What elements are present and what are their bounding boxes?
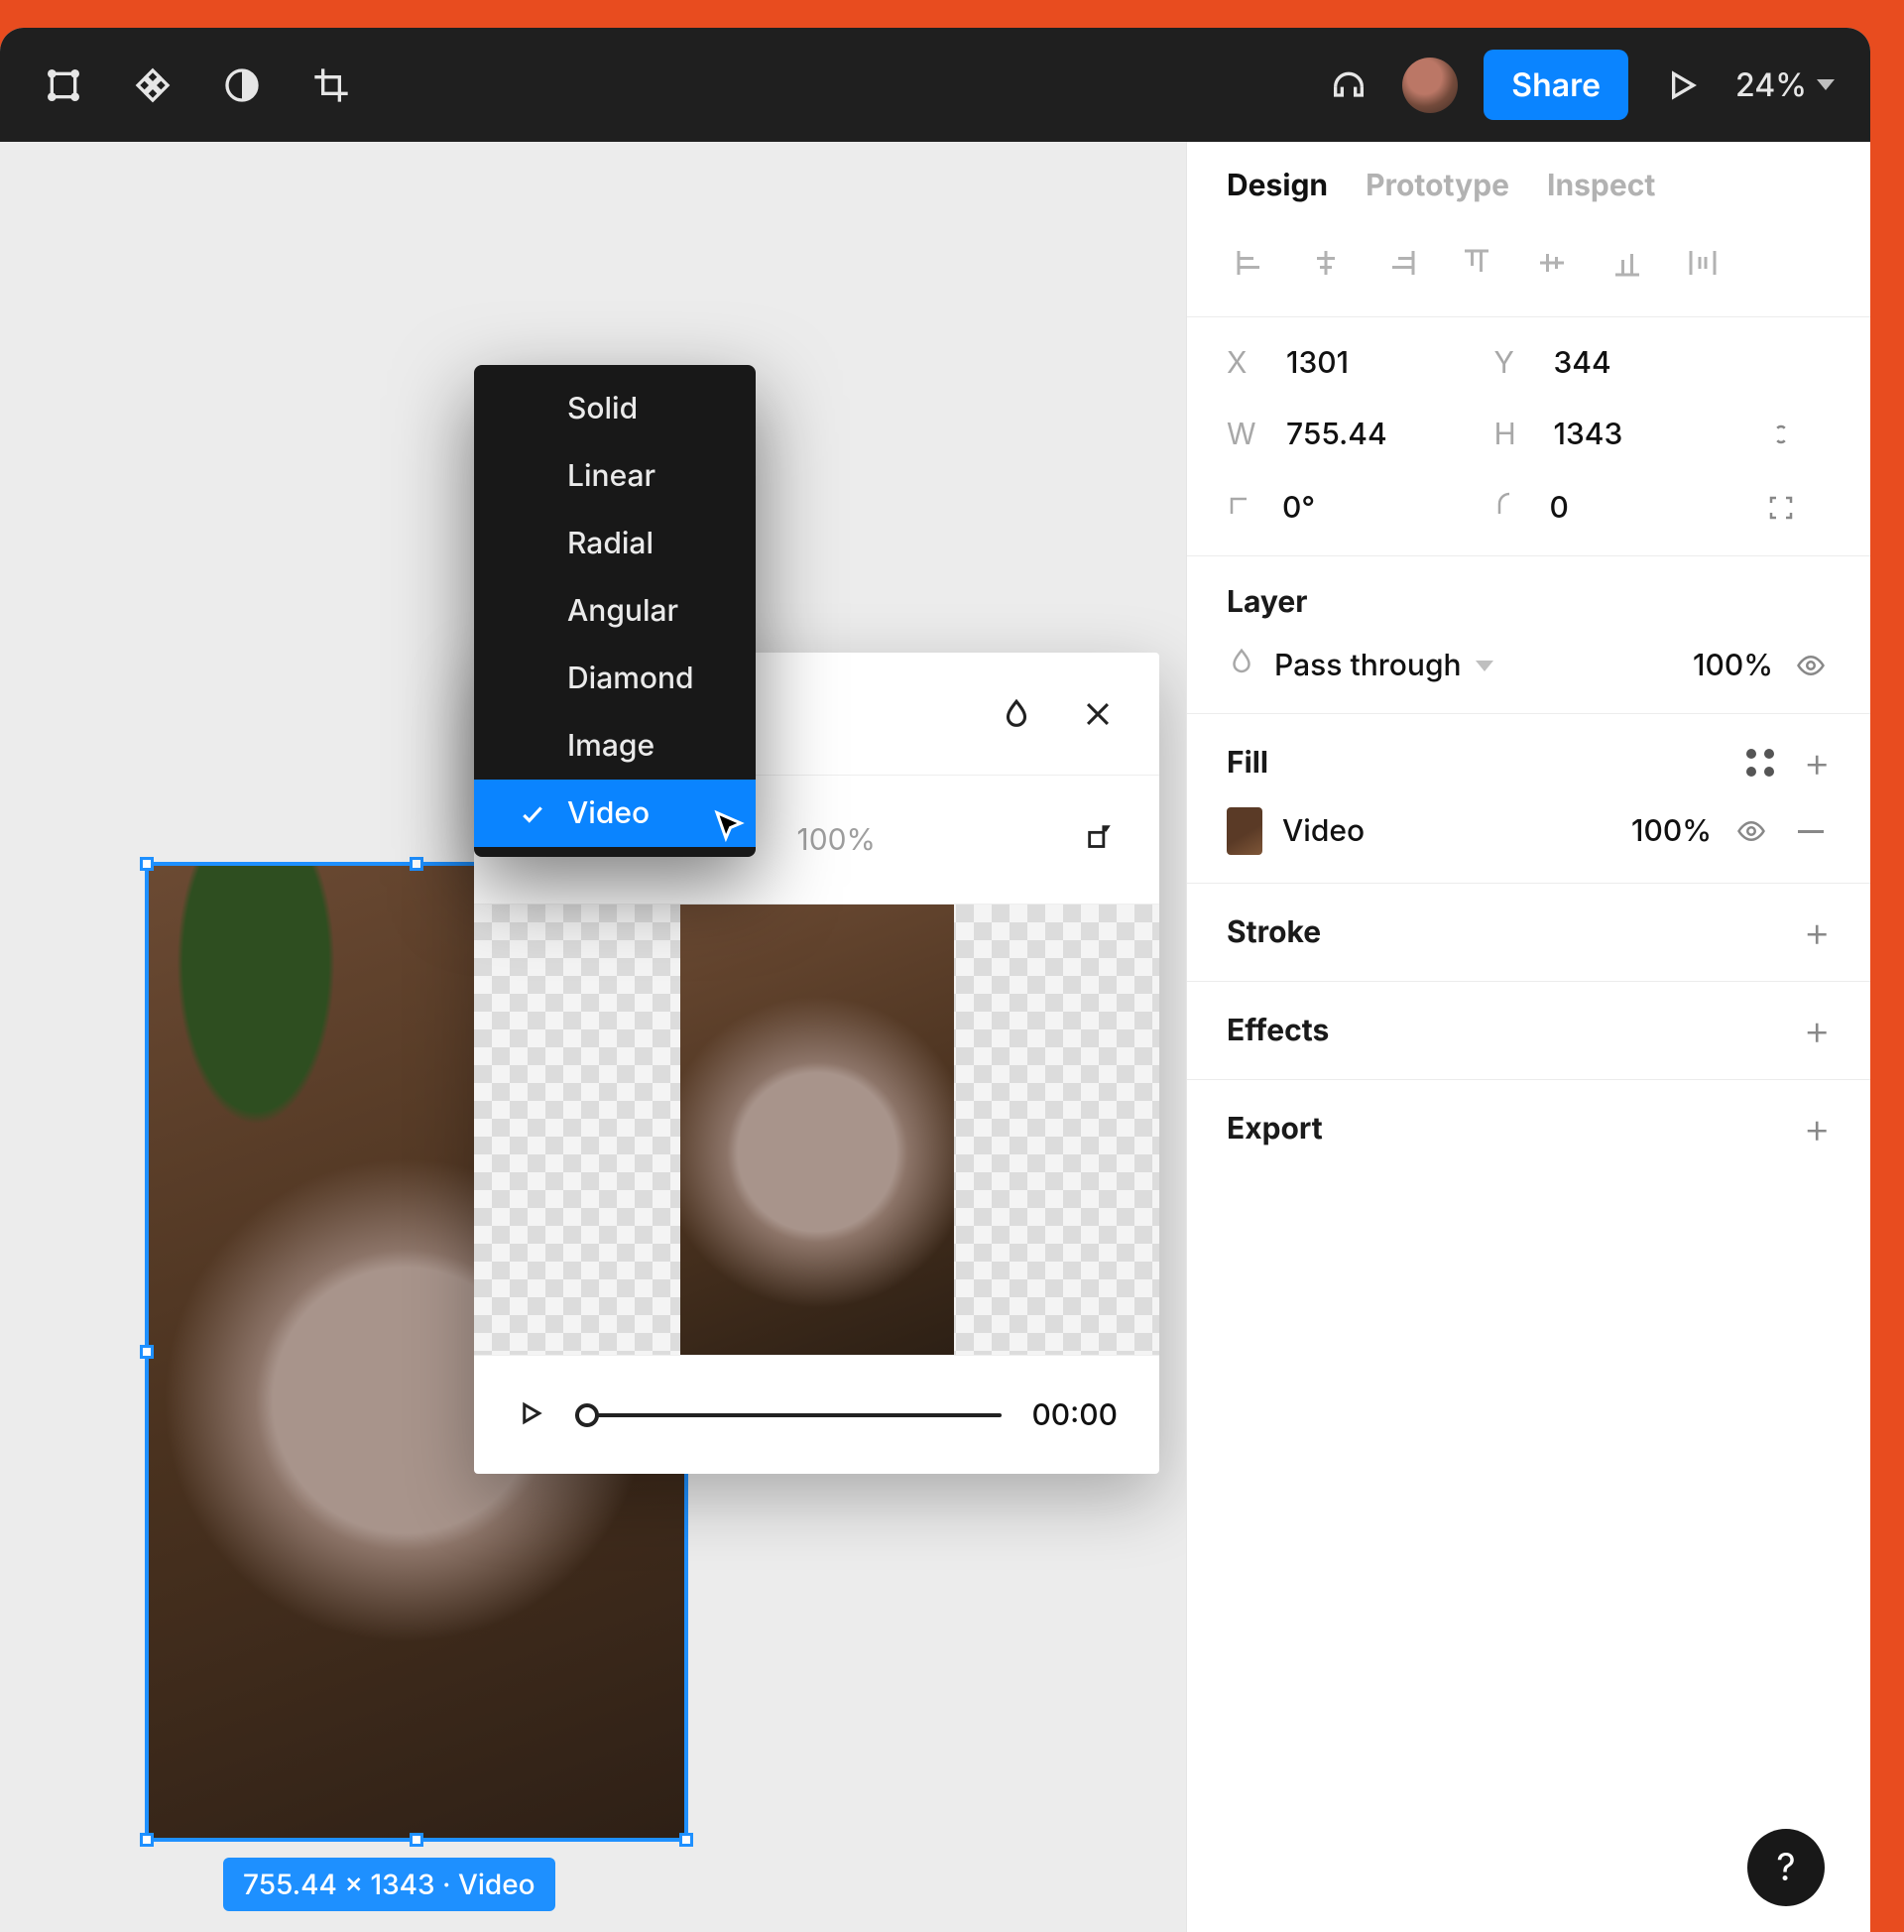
fill-section: Fill + Video 100% [1187, 714, 1870, 884]
link-dimensions-icon[interactable] [1761, 415, 1801, 454]
fill-preview-image [680, 905, 954, 1355]
section-title-stroke: Stroke [1227, 914, 1321, 950]
fill-thumbnail[interactable] [1227, 807, 1262, 855]
corner-radius-icon [1494, 489, 1524, 527]
independent-corners-icon[interactable] [1761, 488, 1801, 528]
section-title-export: Export [1227, 1111, 1323, 1147]
value-h[interactable]: 1343 [1554, 417, 1623, 452]
position-section: X 1301 Y 344 W 755.44 H 1343 0° 0 [1187, 317, 1870, 556]
add-export-button[interactable]: + [1804, 1108, 1831, 1149]
check-icon [520, 800, 545, 826]
label-h: H [1494, 417, 1528, 452]
effects-section: Effects + [1187, 982, 1870, 1080]
app-window: Share 24% 755.44 × 1343 · Video [0, 28, 1870, 1932]
blend-mode-select[interactable]: Pass through [1274, 648, 1675, 683]
audio-icon[interactable] [1321, 58, 1376, 113]
resize-handle-l[interactable] [140, 1345, 154, 1359]
stroke-section: Stroke + [1187, 884, 1870, 982]
align-right-icon[interactable] [1377, 239, 1425, 287]
label-y: Y [1494, 345, 1528, 381]
fill-type-label: Video [1282, 813, 1365, 849]
chevron-down-icon [1476, 661, 1493, 671]
align-left-icon[interactable] [1227, 239, 1274, 287]
user-avatar[interactable] [1402, 58, 1458, 113]
video-seek-track[interactable] [575, 1413, 1002, 1417]
tab-design[interactable]: Design [1227, 168, 1328, 203]
align-tools [1187, 233, 1870, 317]
value-corner[interactable]: 0 [1550, 490, 1569, 526]
label-w: W [1227, 417, 1260, 452]
resize-handle-t[interactable] [410, 857, 423, 871]
dropdown-item-image[interactable]: Image [474, 712, 756, 780]
components-icon[interactable] [125, 58, 180, 113]
video-time: 00:00 [1031, 1397, 1118, 1433]
align-hcenter-icon[interactable] [1302, 239, 1350, 287]
rotation-icon [1227, 489, 1256, 527]
resize-handle-b[interactable] [410, 1833, 423, 1847]
resize-handle-bl[interactable] [140, 1833, 154, 1847]
value-w[interactable]: 755.44 [1286, 417, 1387, 452]
zoom-dropdown[interactable]: 24% [1735, 65, 1835, 104]
close-icon[interactable] [1078, 694, 1118, 734]
play-button[interactable] [516, 1398, 545, 1432]
zoom-value: 24% [1735, 65, 1807, 104]
add-stroke-button[interactable]: + [1804, 911, 1831, 953]
resize-handle-br[interactable] [679, 1833, 693, 1847]
align-top-icon[interactable] [1453, 239, 1500, 287]
fill-visibility-eye-icon[interactable] [1731, 811, 1771, 851]
export-section: Export + [1187, 1080, 1870, 1177]
value-y[interactable]: 344 [1554, 345, 1611, 381]
selection-dimensions-badge: 755.44 × 1343 · Video [223, 1858, 555, 1911]
tab-inspect[interactable]: Inspect [1547, 168, 1655, 203]
fill-preview-area[interactable] [474, 905, 1159, 1355]
dropdown-item-solid[interactable]: Solid [474, 375, 756, 442]
chevron-down-icon [1817, 79, 1835, 90]
rotate-icon[interactable] [1084, 821, 1118, 859]
frame-tool-icon[interactable] [36, 58, 91, 113]
distribute-icon[interactable] [1679, 239, 1726, 287]
label-x: X [1227, 345, 1260, 381]
value-x[interactable]: 1301 [1286, 345, 1349, 381]
add-effect-button[interactable]: + [1804, 1010, 1831, 1051]
tab-prototype[interactable]: Prototype [1366, 168, 1509, 203]
align-vcenter-icon[interactable] [1528, 239, 1576, 287]
mask-icon[interactable] [214, 58, 270, 113]
value-rotation[interactable]: 0° [1282, 490, 1315, 526]
section-title-effects: Effects [1227, 1013, 1329, 1048]
layer-opacity[interactable]: 100% [1693, 648, 1773, 683]
fill-opacity-value[interactable]: 100% [797, 822, 877, 858]
crop-icon[interactable] [303, 58, 359, 113]
dropdown-item-diamond[interactable]: Diamond [474, 645, 756, 712]
help-button[interactable]: ? [1747, 1829, 1825, 1906]
section-title-layer: Layer [1227, 584, 1307, 620]
remove-fill-button[interactable] [1791, 811, 1831, 851]
share-button[interactable]: Share [1484, 50, 1628, 120]
present-play-icon[interactable] [1654, 58, 1710, 113]
fill-type-dropdown: Solid Linear Radial Angular Diamond Imag… [474, 365, 756, 857]
style-icon[interactable] [1746, 749, 1774, 777]
visibility-eye-icon[interactable] [1791, 646, 1831, 685]
dropdown-item-radial[interactable]: Radial [474, 510, 756, 577]
dropdown-item-linear[interactable]: Linear [474, 442, 756, 510]
layer-section: Layer Pass through 100% [1187, 556, 1870, 714]
blend-mode-icon[interactable] [997, 694, 1036, 734]
dropdown-item-angular[interactable]: Angular [474, 577, 756, 645]
design-panel: Design Prototype Inspect X 1301 Y 344 W 755… [1186, 142, 1870, 1932]
section-title-fill: Fill [1227, 745, 1268, 781]
cursor-pointer-icon [711, 808, 747, 848]
align-bottom-icon[interactable] [1604, 239, 1651, 287]
blend-drop-icon [1227, 647, 1256, 684]
resize-handle-tl[interactable] [140, 857, 154, 871]
fill-opacity[interactable]: 100% [1631, 813, 1712, 849]
top-toolbar: Share 24% [0, 28, 1870, 142]
add-fill-button[interactable]: + [1804, 742, 1831, 784]
video-seek-thumb[interactable] [575, 1403, 599, 1427]
